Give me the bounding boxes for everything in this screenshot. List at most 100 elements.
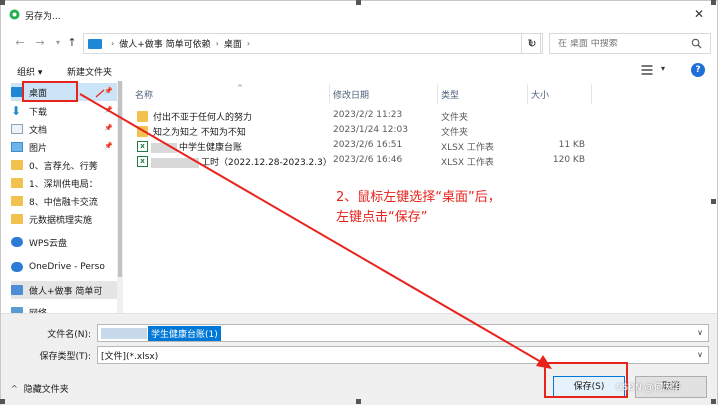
title-bar: 另存为... ✕ (1, 1, 717, 28)
annotation-step-line-1: 2、鼠标左键选择“桌面”后， (336, 190, 501, 205)
excel-file-icon: x (137, 156, 148, 167)
watermark: CSDN @何庆华 (616, 383, 681, 393)
folder-icon (137, 111, 148, 122)
chevron-up-icon: ^ (11, 384, 18, 393)
chevron-right-icon[interactable]: › (247, 39, 250, 48)
column-header-type[interactable]: 类型 (441, 84, 525, 104)
folder-icon (137, 126, 148, 137)
close-button[interactable]: ✕ (691, 6, 707, 22)
nav-item-folder-metadata[interactable]: 元数据梳理实施 (11, 210, 121, 228)
new-folder-button[interactable]: 新建文件夹 (67, 65, 112, 78)
nav-item-label: WPS云盘 (29, 238, 68, 249)
nav-item-network[interactable]: 网络 (11, 303, 121, 313)
view-options-icon[interactable] (641, 64, 653, 76)
chevron-down-icon[interactable]: ∨ (697, 350, 703, 359)
navigation-bar: ← → ▾ ↑ › 做人+做事 简单可依赖 › 桌面 › ∨ ↻ (1, 29, 717, 57)
resize-handle (0, 0, 5, 5)
download-icon: ⬇ (11, 104, 22, 118)
organize-menu[interactable]: 组织 ▾ (17, 65, 42, 78)
picture-icon (11, 142, 23, 152)
up-arrow-icon[interactable]: ↑ (65, 36, 79, 50)
back-arrow-icon[interactable]: ← (13, 36, 27, 50)
search-icon[interactable] (691, 38, 702, 49)
hide-folders-toggle[interactable]: ^ 隐藏文件夹 (11, 382, 69, 395)
table-row[interactable]: x 中学生健康台账 2023/2/6 16:51 XLSX 工作表 11 KB (125, 139, 717, 154)
nav-item-documents[interactable]: 文档 📌 (11, 120, 121, 138)
filename-input[interactable]: 学生健康台账(1) ∨ (97, 324, 709, 342)
column-divider[interactable] (527, 84, 528, 104)
file-size: 120 KB (552, 155, 585, 165)
nav-item-label: 网络 (29, 306, 47, 314)
table-row[interactable]: 付出不亚于任何人的努力 2023/2/2 11:23 文件夹 (125, 109, 717, 124)
hide-folders-label: 隐藏文件夹 (23, 385, 69, 395)
file-type: XLSX 工作表 (441, 143, 494, 153)
breadcrumb-desktop[interactable]: 桌面 (224, 37, 242, 50)
breadcrumb-computer[interactable]: 做人+做事 简单可依赖 (119, 37, 210, 50)
excel-file-icon: x (137, 141, 148, 152)
file-size: 11 KB (558, 140, 585, 150)
chevron-down-icon[interactable]: ∨ (697, 328, 703, 337)
resize-handle (356, 399, 361, 404)
file-modified: 2023/2/2 11:23 (333, 110, 403, 120)
table-row[interactable]: x 工时（2022.12.28-2023.2.3） 2023/2/6 16:46… (125, 154, 717, 169)
chevron-right-icon[interactable]: › (111, 39, 114, 48)
nav-item-label: 下载 (29, 107, 48, 118)
chevron-right-icon[interactable]: › (216, 39, 219, 48)
folder-icon (11, 160, 23, 170)
file-modified: 2023/2/6 16:46 (333, 155, 403, 165)
column-divider[interactable] (437, 84, 438, 104)
search-input[interactable] (558, 38, 688, 49)
view-dropdown-icon[interactable]: ▾ (661, 64, 665, 73)
redacted-text (151, 142, 177, 153)
nav-item-wps-cloud[interactable]: WPS云盘 (11, 233, 121, 251)
nav-item-downloads[interactable]: ⬇ 下载 📌 (11, 102, 121, 120)
dialog-title: 另存为... (25, 12, 61, 22)
pin-icon: 📌 (104, 124, 113, 132)
column-divider[interactable] (591, 84, 592, 104)
forward-arrow-icon[interactable]: → (33, 36, 47, 50)
column-header-modified[interactable]: 修改日期 (333, 84, 439, 104)
annotation-step-line-2: 左键点击“保存” (336, 210, 428, 225)
resize-handle (0, 399, 5, 404)
column-header-name[interactable]: 名称 ^ (135, 84, 331, 104)
nav-item-folder-0[interactable]: 0、言荐允、行莠 (11, 156, 121, 174)
refresh-icon[interactable]: ↻ (521, 33, 543, 54)
column-header-label: 类型 (441, 90, 460, 101)
computer-icon (88, 38, 102, 49)
document-icon (11, 124, 23, 134)
filetype-value: [文件](*.xlsx) (101, 351, 159, 362)
nav-item-folder-8[interactable]: 8、中信融卡交流 (11, 192, 121, 210)
pin-icon: 📌 (104, 142, 113, 150)
redacted-text (151, 157, 199, 168)
app-icon (9, 9, 20, 20)
folder-icon (11, 178, 23, 188)
pin-icon: 📌 (104, 87, 113, 95)
nav-item-label: 文档 (29, 125, 48, 136)
annotation-highlight-desktop (22, 81, 78, 102)
column-header-label: 修改日期 (333, 90, 370, 101)
filetype-label: 保存类型(T): (39, 352, 91, 362)
file-type: XLSX 工作表 (441, 158, 494, 168)
help-icon[interactable]: ? (691, 63, 705, 77)
file-name-text: 工时（2022.12.28-2023.2.3） (201, 158, 332, 168)
address-bar[interactable]: › 做人+做事 简单可依赖 › 桌面 › ∨ (83, 33, 541, 54)
filename-value[interactable]: 学生健康台账(1) (148, 325, 221, 341)
file-name: 工时（2022.12.28-2023.2.3） (151, 155, 332, 168)
file-type: 文件夹 (441, 113, 469, 123)
file-type: 文件夹 (441, 128, 469, 138)
column-header-label: 名称 (135, 90, 154, 101)
recent-dropdown-icon[interactable]: ▾ (51, 36, 65, 50)
scrollbar-thumb[interactable] (118, 81, 122, 277)
file-name: 知之为知之 不知为不知 (153, 128, 246, 138)
search-box[interactable] (549, 33, 711, 54)
navigation-pane-scrollbar[interactable] (117, 81, 123, 313)
column-header-size[interactable]: 大小 (531, 84, 591, 104)
column-divider[interactable] (329, 84, 330, 104)
nav-item-folder-1[interactable]: 1、深圳供电局： (11, 174, 121, 192)
nav-item-onedrive[interactable]: OneDrive - Perso (11, 258, 121, 276)
nav-item-label: 0、言荐允、行莠 (29, 161, 98, 172)
resize-handle (711, 399, 716, 404)
nav-item-this-pc[interactable]: 做人+做事 简单可 (11, 281, 121, 299)
nav-item-pictures[interactable]: 图片 📌 (11, 138, 121, 156)
table-row[interactable]: 知之为知之 不知为不知 2023/1/24 12:03 文件夹 (125, 124, 717, 139)
